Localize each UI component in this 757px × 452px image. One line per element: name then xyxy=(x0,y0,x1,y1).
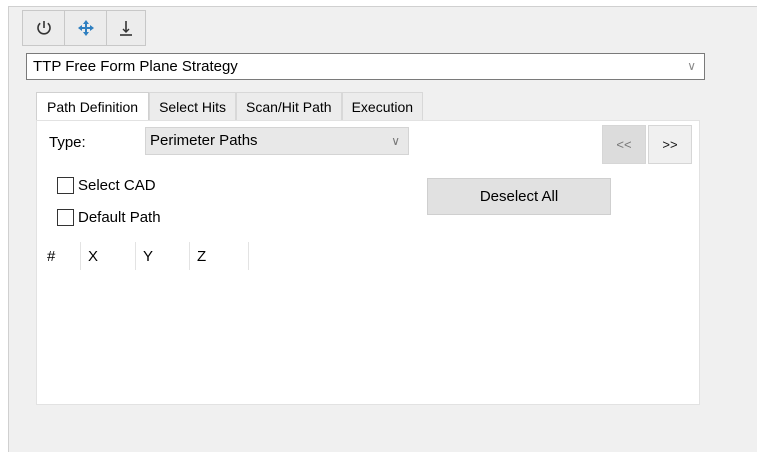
tab-strip: Path Definition Select Hits Scan/Hit Pat… xyxy=(36,92,424,120)
tab-path-definition[interactable]: Path Definition xyxy=(36,92,150,120)
power-icon xyxy=(35,19,53,37)
column-header-x[interactable]: X xyxy=(88,248,98,266)
toolbar xyxy=(22,10,146,46)
select-cad-checkbox[interactable]: Select CAD xyxy=(57,177,156,194)
checkbox-icon xyxy=(57,209,74,226)
type-value: Perimeter Paths xyxy=(150,132,258,149)
move-arrows-icon xyxy=(77,19,95,37)
tab-select-hits[interactable]: Select Hits xyxy=(149,92,236,120)
column-header-y[interactable]: Y xyxy=(143,248,153,266)
type-label: Type: xyxy=(49,134,86,151)
column-divider[interactable] xyxy=(80,242,81,270)
select-cad-label: Select CAD xyxy=(78,177,156,194)
default-path-label: Default Path xyxy=(78,209,161,226)
column-divider[interactable] xyxy=(135,242,136,270)
default-path-checkbox[interactable]: Default Path xyxy=(57,209,161,226)
column-divider[interactable] xyxy=(248,242,249,270)
type-select[interactable]: Perimeter Paths ∨ xyxy=(145,127,409,155)
chevron-down-icon: ∨ xyxy=(391,134,400,148)
column-header-z[interactable]: Z xyxy=(197,248,206,266)
column-divider[interactable] xyxy=(189,242,190,270)
deselect-all-button[interactable]: Deselect All xyxy=(427,178,611,215)
power-button[interactable] xyxy=(23,11,65,45)
tab-scan-hit-path[interactable]: Scan/Hit Path xyxy=(235,92,342,120)
tab-execution[interactable]: Execution xyxy=(341,92,424,120)
chevron-down-icon: ∨ xyxy=(687,59,696,73)
move-button[interactable] xyxy=(65,11,107,45)
strategy-value: TTP Free Form Plane Strategy xyxy=(33,58,238,75)
down-bar-button[interactable] xyxy=(107,11,145,45)
column-header-index[interactable]: # xyxy=(47,248,55,266)
checkbox-icon xyxy=(57,177,74,194)
strategy-dropdown[interactable]: TTP Free Form Plane Strategy ∨ xyxy=(26,53,705,80)
previous-button[interactable]: << xyxy=(602,125,646,164)
down-bar-icon xyxy=(117,19,135,37)
next-button[interactable]: >> xyxy=(648,125,692,164)
